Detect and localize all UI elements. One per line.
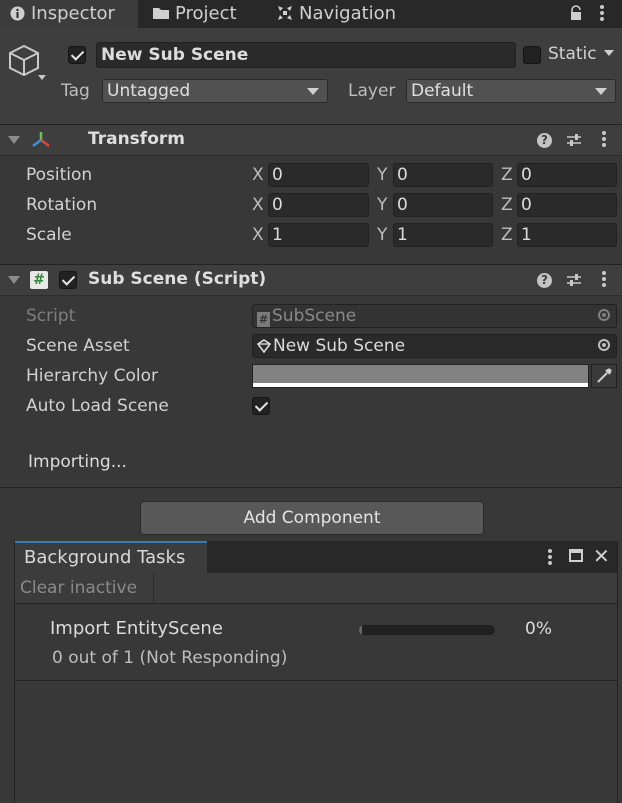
object-picker-icon xyxy=(598,309,610,321)
auto-load-label: Auto Load Scene xyxy=(26,396,169,416)
position-z-input[interactable]: 0 xyxy=(517,163,617,187)
clear-inactive-button[interactable]: Clear inactive xyxy=(15,573,154,603)
more-options-icon[interactable] xyxy=(602,271,606,289)
task-name: Import EntityScene xyxy=(50,618,223,639)
lock-icon[interactable] xyxy=(568,5,584,26)
script-field: # SubScene xyxy=(252,304,617,328)
position-x-input[interactable]: 0 xyxy=(268,163,369,187)
axis-x-label: X xyxy=(252,165,264,185)
layer-label: Layer xyxy=(348,81,396,101)
hierarchy-color-swatch[interactable] xyxy=(252,364,589,388)
tag-dropdown[interactable]: Untagged xyxy=(102,79,328,103)
axis-x-label: X xyxy=(252,225,264,245)
tab-navigation[interactable]: Navigation xyxy=(276,0,396,28)
tag-value: Untagged xyxy=(107,81,191,101)
background-tasks-tabbar: Background Tasks ✕ xyxy=(15,541,617,573)
tab-inspector[interactable]: Inspector xyxy=(0,0,138,28)
object-name-input[interactable]: New Sub Scene xyxy=(96,42,516,68)
hierarchy-color-label: Hierarchy Color xyxy=(26,366,158,386)
auto-load-checkbox[interactable] xyxy=(252,397,270,415)
window-tab-bar: Inspector Project Navigation xyxy=(0,0,622,28)
info-icon xyxy=(8,0,26,28)
tab-background-tasks[interactable]: Background Tasks xyxy=(15,541,207,573)
rotation-z-input[interactable]: 0 xyxy=(517,193,617,217)
task-progress-bar xyxy=(359,625,495,635)
rotation-x-input[interactable]: 0 xyxy=(268,193,369,217)
script-value: SubScene xyxy=(272,306,357,326)
alpha-bar xyxy=(253,383,588,387)
help-icon[interactable]: ? xyxy=(537,273,552,288)
static-checkbox[interactable] xyxy=(523,46,541,64)
static-label: Static xyxy=(548,44,597,64)
position-y-input[interactable]: 0 xyxy=(393,163,493,187)
rotation-label: Rotation xyxy=(26,195,98,215)
maximize-icon[interactable] xyxy=(569,549,583,562)
transform-title: Transform xyxy=(88,129,185,149)
navigation-icon xyxy=(276,0,294,28)
axis-y-label: Y xyxy=(377,165,388,185)
subscene-header[interactable]: # Sub Scene (Script) ? xyxy=(0,264,622,296)
chevron-down-icon xyxy=(307,88,319,95)
gameobject-icon[interactable] xyxy=(8,44,48,89)
add-component-button[interactable]: Add Component xyxy=(140,501,484,535)
layer-dropdown[interactable]: Default xyxy=(406,79,616,103)
axis-y-label: Y xyxy=(377,195,388,215)
tasks-toolbar: Clear inactive xyxy=(15,573,617,604)
layer-value: Default xyxy=(411,81,474,101)
tag-label: Tag xyxy=(61,81,90,101)
scene-asset-icon xyxy=(256,337,272,359)
chevron-down-icon xyxy=(604,50,615,56)
divider xyxy=(15,680,617,681)
background-tasks-window: Background Tasks ✕ Clear inactive Import… xyxy=(14,541,618,803)
more-options-icon[interactable] xyxy=(548,549,552,567)
foldout-arrow-icon[interactable] xyxy=(8,136,20,144)
axis-z-label: Z xyxy=(501,225,513,245)
axis-z-label: Z xyxy=(501,165,513,185)
axis-z-label: Z xyxy=(501,195,513,215)
task-status: 0 out of 1 (Not Responding) xyxy=(52,648,288,668)
task-progress-fill xyxy=(359,625,362,635)
script-icon: # xyxy=(30,271,48,289)
subscene-title: Sub Scene (Script) xyxy=(88,269,267,289)
script-icon: # xyxy=(257,312,270,327)
transform-header[interactable]: Transform ? xyxy=(0,124,622,156)
eyedropper-button[interactable] xyxy=(591,364,617,388)
tab-label: Navigation xyxy=(299,3,397,24)
more-options-icon[interactable] xyxy=(602,131,606,149)
eyedropper-icon xyxy=(597,368,612,383)
foldout-arrow-icon[interactable] xyxy=(8,276,20,284)
scene-asset-field[interactable]: New Sub Scene xyxy=(252,334,617,358)
active-checkbox[interactable] xyxy=(68,46,86,64)
scale-y-input[interactable]: 1 xyxy=(393,223,493,247)
divider xyxy=(0,487,622,488)
scale-x-input[interactable]: 1 xyxy=(268,223,369,247)
component-enabled-checkbox[interactable] xyxy=(59,271,77,289)
transform-icon xyxy=(30,130,52,155)
axis-x-label: X xyxy=(252,195,264,215)
task-progress-label: 0% xyxy=(525,619,552,639)
close-icon[interactable]: ✕ xyxy=(593,546,610,566)
object-picker-icon[interactable] xyxy=(598,339,610,351)
scene-asset-value: New Sub Scene xyxy=(273,336,406,356)
presets-icon[interactable] xyxy=(566,132,582,153)
scene-asset-label: Scene Asset xyxy=(26,336,130,356)
tab-project[interactable]: Project xyxy=(152,0,237,28)
gameobject-header: New Sub Scene Static Tag Untagged Layer … xyxy=(0,28,622,125)
position-label: Position xyxy=(26,165,93,185)
presets-icon[interactable] xyxy=(566,272,582,293)
chevron-down-icon xyxy=(595,88,607,95)
rotation-y-input[interactable]: 0 xyxy=(393,193,493,217)
scale-label: Scale xyxy=(26,225,72,245)
help-icon[interactable]: ? xyxy=(537,133,552,148)
folder-icon xyxy=(152,0,170,28)
script-label: Script xyxy=(26,306,76,326)
tab-label: Inspector xyxy=(31,3,115,24)
static-dropdown[interactable]: Static xyxy=(548,44,615,64)
importing-status: Importing... xyxy=(28,452,127,472)
scale-z-input[interactable]: 1 xyxy=(517,223,617,247)
more-options-icon[interactable] xyxy=(600,5,604,23)
tab-label: Project xyxy=(175,3,237,24)
axis-y-label: Y xyxy=(377,225,388,245)
